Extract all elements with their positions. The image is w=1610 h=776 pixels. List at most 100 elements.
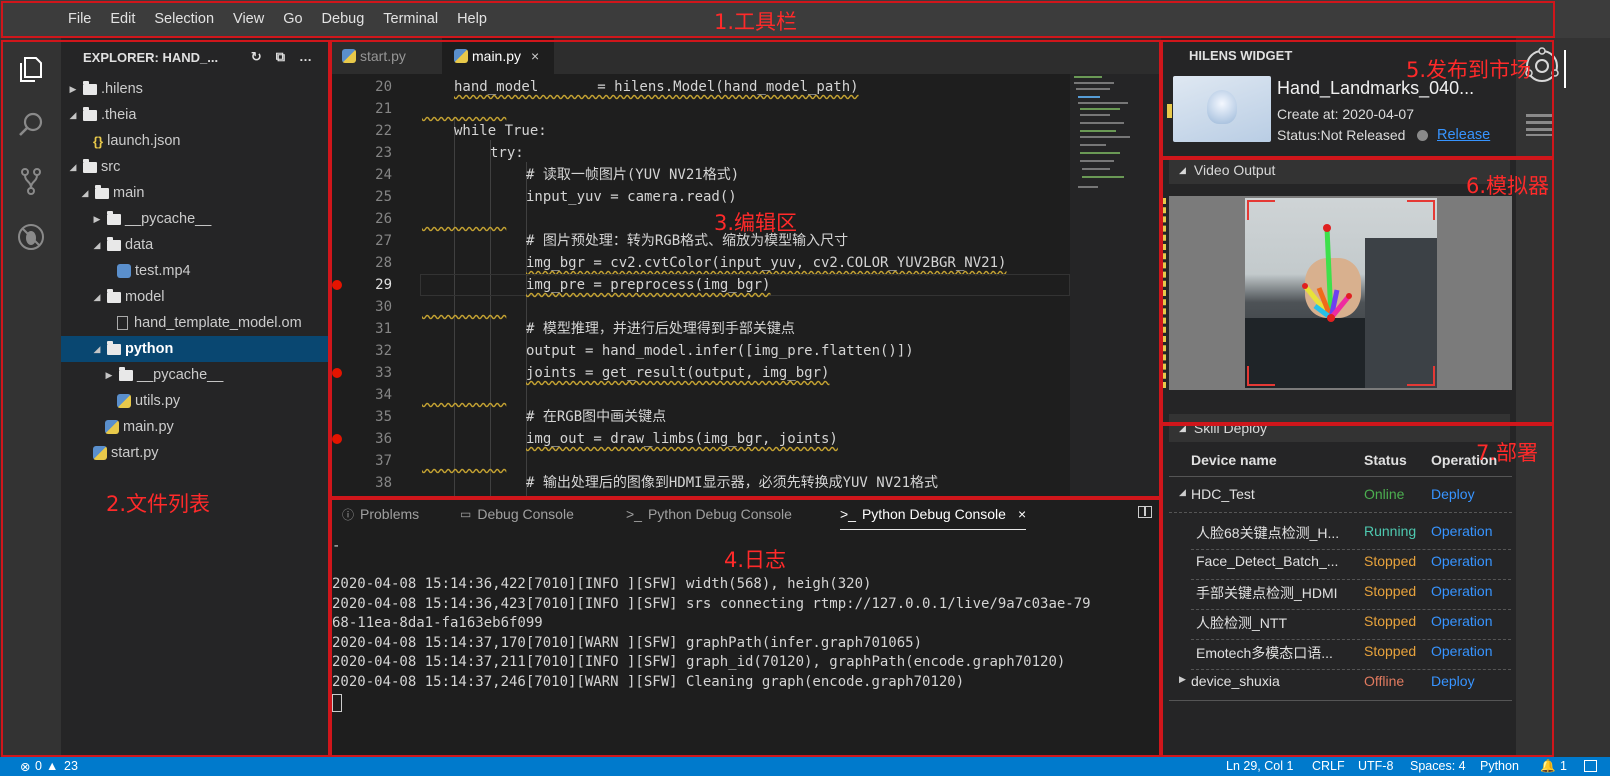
tab-main-py[interactable]: main.py × (442, 38, 554, 74)
tree-item[interactable]: start.py (61, 440, 330, 466)
menu-go[interactable]: Go (283, 11, 302, 27)
code-line[interactable]: 20 hand_model = hilens.Model(hand_model_p… (330, 76, 1161, 98)
operation-button[interactable]: Operation (1431, 583, 1492, 599)
code-editor[interactable]: 20 hand_model = hilens.Model(hand_model_p… (330, 74, 1161, 498)
menu-debug[interactable]: Debug (322, 11, 365, 27)
code-line[interactable]: 38 # 输出处理后的图像到HDMI显示器，必须先转换成YUV NV21格式 (330, 472, 1161, 494)
language-mode[interactable]: Python (1480, 759, 1519, 773)
log-line: 2020-04-08 15:14:36,422[7010][INFO ][SFW… (332, 576, 872, 592)
layout-icon[interactable] (1584, 760, 1597, 772)
search-icon[interactable] (16, 110, 46, 140)
operation-button[interactable]: Operation (1431, 523, 1492, 539)
deploy-button[interactable]: Deploy (1431, 673, 1475, 689)
code-line[interactable]: 32 output = hand_model.infer([img_pre.fla… (330, 340, 1161, 362)
more-actions-icon[interactable]: … (299, 49, 312, 65)
operation-button[interactable]: Operation (1431, 553, 1492, 569)
code-line[interactable]: 23 try: (330, 142, 1161, 164)
breakpoint-icon[interactable] (332, 280, 342, 290)
tree-item[interactable]: ▶ __pycache__ (61, 206, 330, 232)
menu-edit[interactable]: Edit (110, 11, 135, 27)
breakpoint-icon[interactable] (332, 368, 342, 378)
code-line[interactable]: 21 (330, 98, 1161, 120)
split-panel-icon[interactable] (1138, 506, 1152, 518)
tree-item[interactable]: ◢ data (61, 232, 330, 258)
warning-icon[interactable]: ▲ (46, 759, 58, 773)
menu-selection[interactable]: Selection (154, 11, 214, 27)
device-status: Offline (1364, 673, 1405, 689)
operation-button[interactable]: Operation (1431, 643, 1492, 659)
deploy-button[interactable]: Deploy (1431, 486, 1475, 502)
error-count[interactable]: 0 (35, 759, 42, 773)
source-control-icon[interactable] (16, 166, 46, 196)
tab-close-icon[interactable]: × (531, 48, 539, 64)
skill-deploy-header[interactable]: ◢ Skill Deploy (1169, 414, 1510, 442)
tree-item[interactable]: ◢ python (61, 336, 330, 362)
menu-view[interactable]: View (233, 11, 264, 27)
debug-icon[interactable] (16, 222, 46, 252)
explorer-icon[interactable] (16, 54, 46, 84)
tree-item[interactable]: ▶ .hilens (61, 76, 330, 102)
code-line[interactable]: 31 # 模型推理，并进行后处理得到手部关键点 (330, 318, 1161, 340)
tab-python-debug-console-active[interactable]: >_ Python Debug Console × (840, 498, 1027, 530)
encoding[interactable]: UTF-8 (1358, 759, 1393, 773)
code-line[interactable]: 22 while True: (330, 120, 1161, 142)
code-line[interactable]: 37 (330, 450, 1161, 472)
tab-debug-console[interactable]: ▭ Debug Console (460, 498, 574, 530)
code-line[interactable]: 30 (330, 296, 1161, 318)
tree-item[interactable]: main.py (61, 414, 330, 440)
code-line[interactable]: 29 img_pre = preprocess(img_bgr) (330, 274, 1161, 296)
skill-row[interactable]: Face_Detect_Batch_... Stopped Operation (1161, 551, 1516, 579)
tree-item[interactable]: ◢ model (61, 284, 330, 310)
skill-row[interactable]: Emotech多模态口语... Stopped Operation (1161, 641, 1516, 669)
tab-python-debug-console[interactable]: >_ Python Debug Console (626, 498, 792, 530)
minimap[interactable] (1070, 74, 1161, 498)
tree-item[interactable]: utils.py (61, 388, 330, 414)
tab-start-py[interactable]: start.py (330, 38, 442, 74)
error-icon[interactable]: ⊗ (20, 759, 30, 774)
video-output-header[interactable]: ◢ Video Output (1169, 156, 1510, 184)
console-cursor[interactable] (332, 694, 342, 712)
line-number: 29 (375, 277, 392, 293)
breakpoint-icon[interactable] (332, 434, 342, 444)
code-line[interactable]: 34 (330, 384, 1161, 406)
tree-item[interactable]: {} launch.json (61, 128, 330, 154)
line-ending[interactable]: CRLF (1312, 759, 1345, 773)
tab-close-icon[interactable]: × (1018, 506, 1026, 522)
skill-row[interactable]: 人脸68关键点检测_H... Running Operation (1161, 521, 1516, 549)
tree-item[interactable]: test.mp4 (61, 258, 330, 284)
notification-count[interactable]: 1 (1560, 759, 1567, 773)
log-line: 2020-04-08 15:14:36,423[7010][INFO ][SFW… (332, 595, 1091, 612)
list-view-icon[interactable] (1526, 112, 1554, 139)
cursor-position[interactable]: Ln 29, Col 1 (1226, 759, 1293, 773)
skill-row[interactable]: 人脸检测_NTT Stopped Operation (1161, 611, 1516, 639)
warning-count[interactable]: 23 (64, 759, 78, 773)
tree-item[interactable]: hand_template_model.om (61, 310, 330, 336)
annotation-publish: 5.发布到市场 (1406, 58, 1532, 82)
code-line[interactable]: 24 # 读取一帧图片(YUV NV21格式) (330, 164, 1161, 186)
tab-problems[interactable]: ⓘ Problems (342, 498, 419, 530)
tree-item[interactable]: ◢ src (61, 154, 330, 180)
tree-item[interactable]: ▶ __pycache__ (61, 362, 330, 388)
code-line[interactable]: 28 img_bgr = cv2.cvtColor(input_yuv, cv2.… (330, 252, 1161, 274)
tab-label: Problems (360, 506, 420, 522)
code-line[interactable]: 25 input_yuv = camera.read() (330, 186, 1161, 208)
code-line[interactable]: 35 # 在RGB图中画关键点 (330, 406, 1161, 428)
device-row[interactable]: ▶ device_shuxia Offline Deploy (1161, 671, 1516, 699)
menu-terminal[interactable]: Terminal (383, 11, 438, 27)
bell-icon[interactable]: 🔔 (1540, 759, 1556, 774)
collapse-all-icon[interactable]: ⧉ (276, 49, 285, 65)
device-row[interactable]: ◢ HDC_Test Online Deploy (1161, 484, 1516, 512)
release-link[interactable]: Release (1437, 127, 1490, 143)
operation-button[interactable]: Operation (1431, 613, 1492, 629)
code-line[interactable]: 33 joints = get_result(output, img_bgr) (330, 362, 1161, 384)
tree-item[interactable]: ◢ .theia (61, 102, 330, 128)
refresh-icon[interactable]: ↻ (251, 49, 262, 65)
skill-row[interactable]: 手部关键点检测_HDMI Stopped Operation (1161, 581, 1516, 609)
menu-help[interactable]: Help (457, 11, 487, 27)
tree-item-label: __pycache__ (137, 367, 224, 383)
code-line[interactable]: 36 img_out = draw_limbs(img_bgr, joints) (330, 428, 1161, 450)
tree-item[interactable]: ◢ main (61, 180, 330, 206)
menu-file[interactable]: File (68, 11, 91, 27)
file-icon (117, 316, 128, 330)
indentation[interactable]: Spaces: 4 (1410, 759, 1466, 773)
